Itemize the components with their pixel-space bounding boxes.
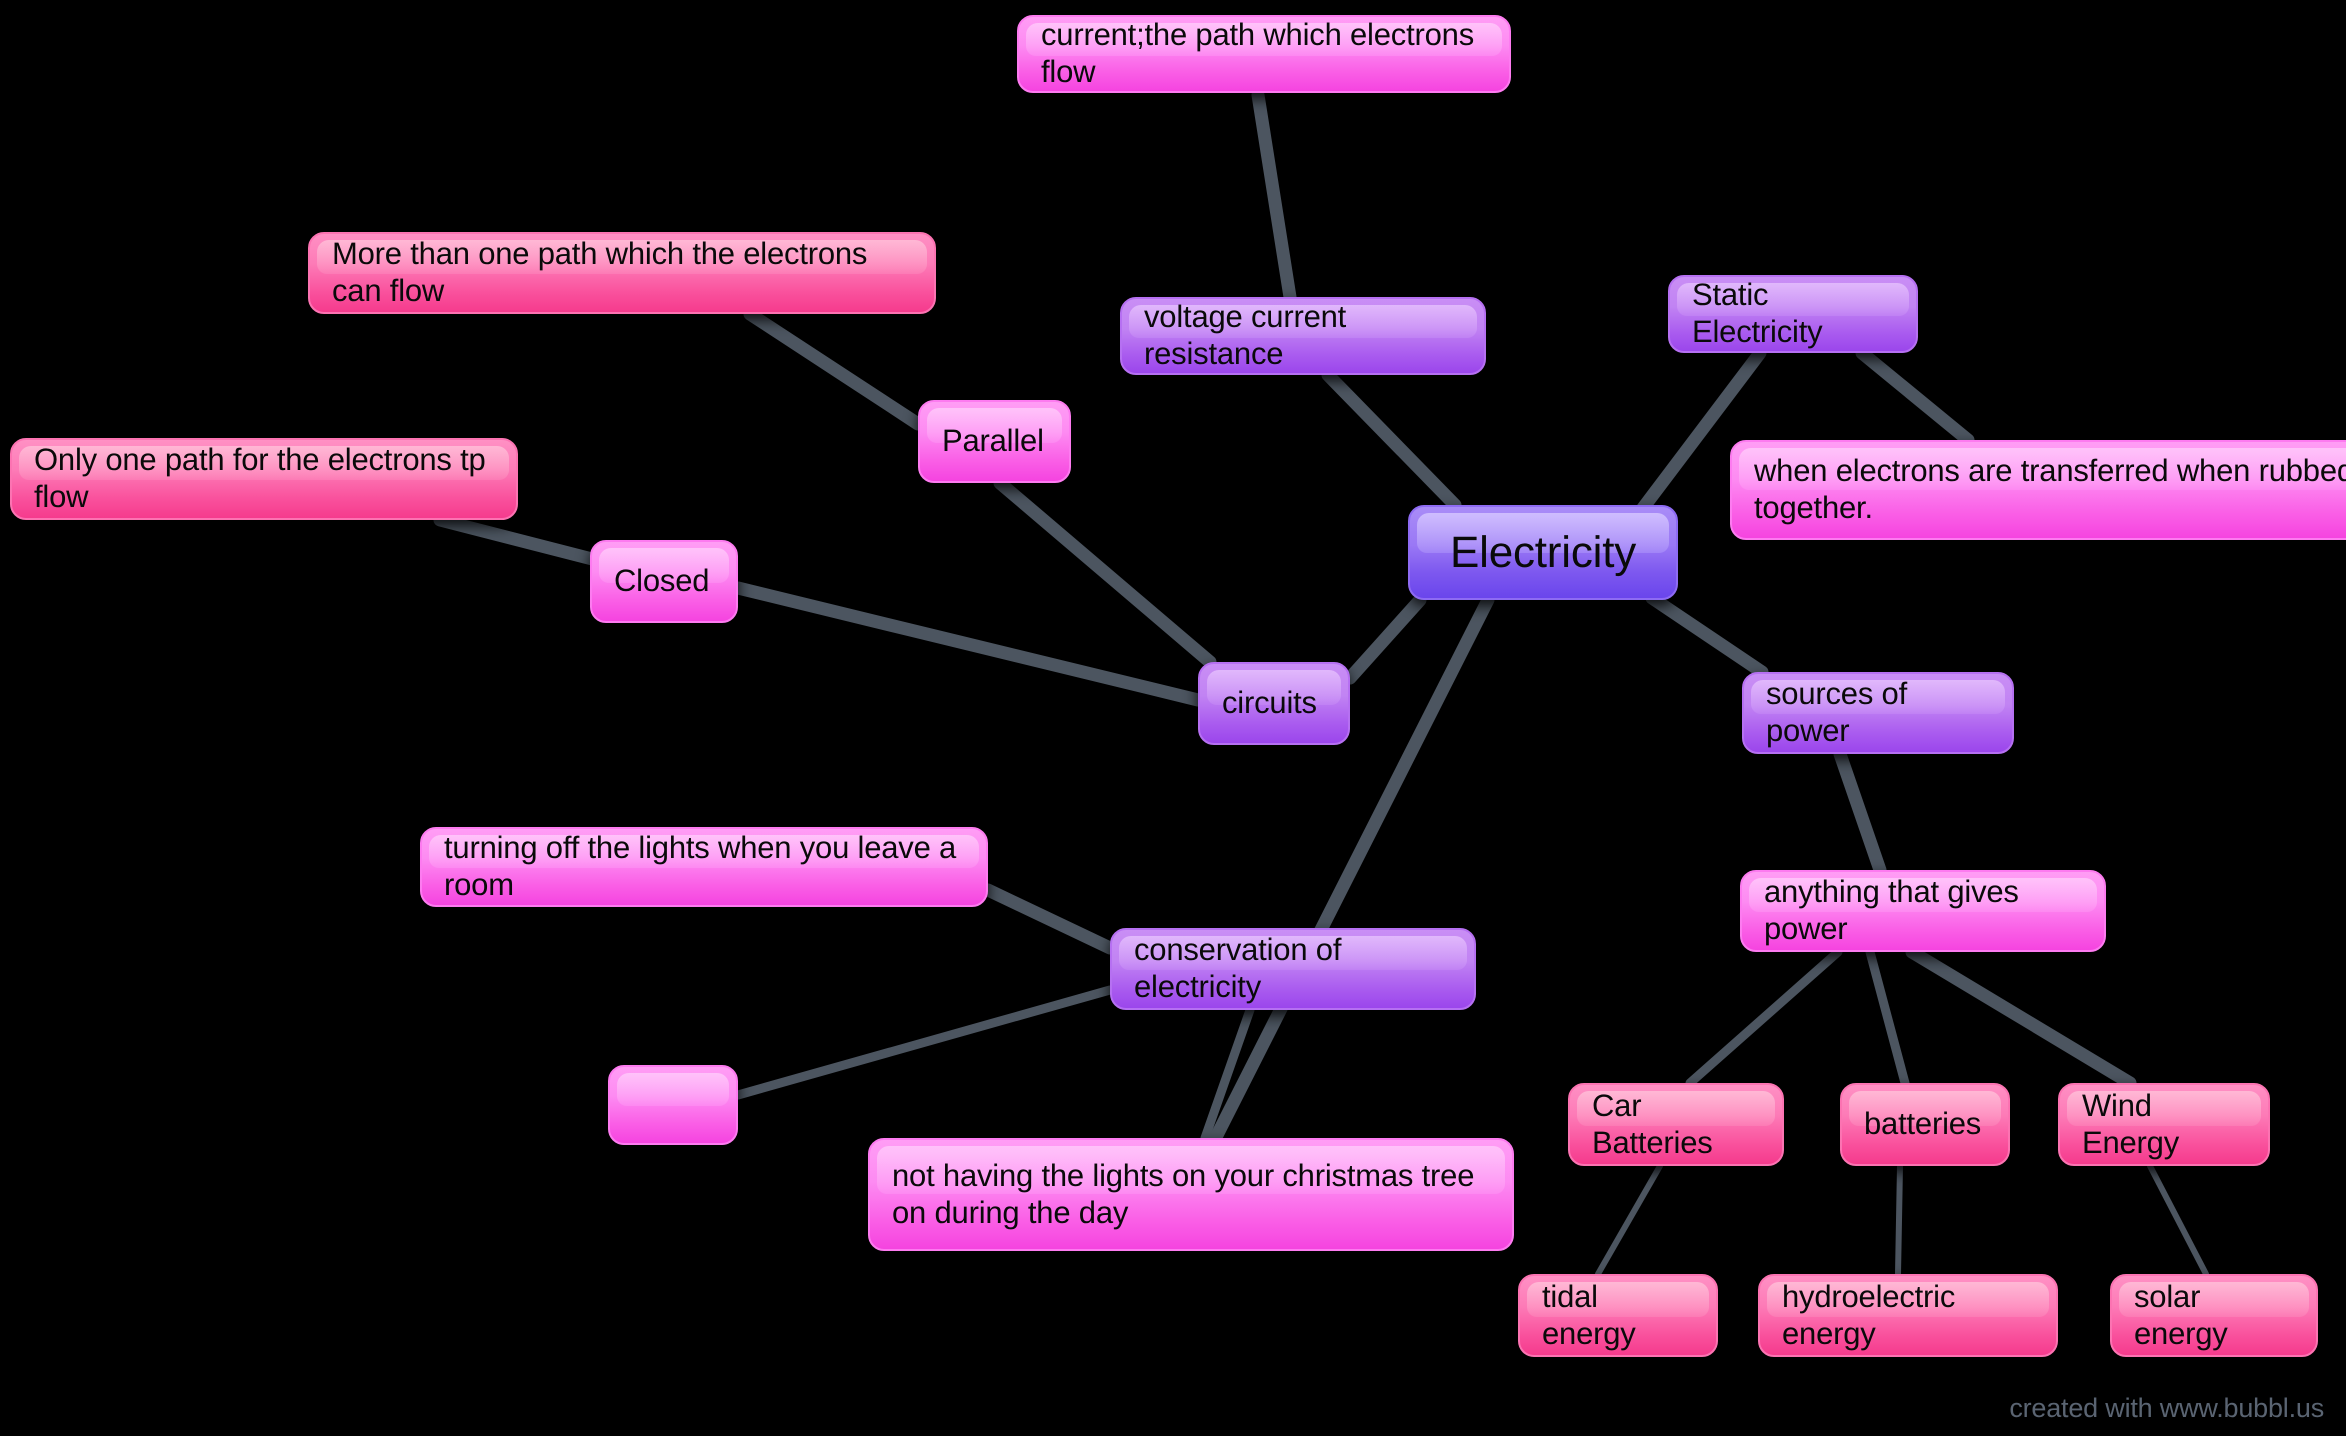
node-voltage-current-resistance[interactable]: voltage current resistance	[1120, 297, 1486, 375]
edge-more-paths-to-parallel	[743, 307, 925, 431]
edge-sources-to-anything	[1833, 747, 1887, 877]
node-car-batteries[interactable]: Car Batteries	[1568, 1083, 1784, 1166]
edge-turning-off-to-conservation	[981, 883, 1117, 955]
node-label-parallel: Parallel	[942, 423, 1044, 459]
node-label-car-batteries: Car Batteries	[1592, 1087, 1713, 1160]
node-tidal-energy[interactable]: tidal energy	[1518, 1274, 1718, 1357]
edge-empty-to-conservation	[733, 985, 1115, 1100]
node-turning-off-lights[interactable]: turning off the lights when you leave a …	[420, 827, 988, 907]
node-label-current-path: current;the path which electrons flow	[1041, 17, 1475, 89]
edge-circuits-to-electricity	[1343, 593, 1427, 685]
node-circuits[interactable]: circuits	[1198, 662, 1350, 745]
node-label-electrons-transferred: when electrons are transferred when rubb…	[1754, 453, 2346, 525]
node-static-electricity[interactable]: Static Electricity	[1668, 275, 1918, 353]
edge-wind-to-solar	[2147, 1163, 2209, 1277]
node-only-one-path[interactable]: Only one path for the electrons tp flow	[10, 438, 518, 520]
node-closed[interactable]: Closed	[590, 540, 738, 623]
node-label-conservation-of-electricity: conservation of electricity	[1134, 932, 1342, 1004]
edge-anything-to-wind	[1905, 945, 2137, 1090]
node-electricity[interactable]: Electricity	[1408, 505, 1678, 600]
node-label-closed: Closed	[614, 563, 710, 599]
edge-static-to-transferred	[1855, 346, 1975, 447]
edge-batteries-to-hydro	[1895, 1163, 1903, 1277]
node-parallel[interactable]: Parallel	[918, 400, 1071, 483]
node-label-static-electricity: Static Electricity	[1692, 277, 1823, 349]
node-christmas-tree-lights[interactable]: not having the lights on your christmas …	[868, 1138, 1514, 1251]
node-electrons-transferred[interactable]: when electrons are transferred when rubb…	[1730, 440, 2346, 540]
node-label-only-one-path: Only one path for the electrons tp flow	[34, 442, 486, 514]
node-conservation-of-electricity[interactable]: conservation of electricity	[1110, 928, 1476, 1010]
edge-electricity-to-sources	[1645, 591, 1769, 679]
node-label-wind-energy: Wind Energy	[2082, 1087, 2180, 1160]
edge-parallel-to-circuits	[993, 476, 1217, 669]
node-label-electricity: Electricity	[1449, 527, 1637, 577]
node-label-voltage-current-resistance: voltage current resistance	[1144, 299, 1347, 371]
node-solar-energy[interactable]: solar energy	[2110, 1274, 2318, 1357]
mindmap-canvas: Electricity current;the path which electr…	[0, 0, 2346, 1436]
node-label-anything-gives-power: anything that gives power	[1764, 874, 2019, 946]
bubblus-credit: created with www.bubbl.us	[2009, 1393, 2324, 1423]
node-label-more-than-one-path: More than one path which the electrons c…	[332, 236, 868, 308]
edge-anything-to-batteries	[1865, 947, 1910, 1088]
node-label-christmas-tree-lights: not having the lights on your christmas …	[892, 1157, 1475, 1230]
node-batteries[interactable]: batteries	[1840, 1083, 2010, 1166]
edge-only-one-to-closed	[433, 513, 603, 567]
node-anything-gives-power[interactable]: anything that gives power	[1740, 870, 2106, 952]
node-label-turning-off-lights: turning off the lights when you leave a …	[444, 830, 957, 902]
node-label-circuits: circuits	[1222, 685, 1317, 721]
node-empty-node[interactable]	[608, 1065, 738, 1145]
edge-voltage-to-electricity	[1321, 368, 1462, 512]
node-label-hydroelectric-energy: hydroelectric energy	[1782, 1278, 1956, 1351]
edge-conservation-to-christmas	[1200, 1005, 1255, 1143]
edge-car-to-tidal	[1595, 1163, 1663, 1277]
edge-closed-to-circuits	[731, 581, 1205, 707]
node-current-path[interactable]: current;the path which electrons flow	[1017, 15, 1511, 93]
node-label-sources-of-power: sources of power	[1766, 676, 1908, 748]
node-more-than-one-path[interactable]: More than one path which the electrons c…	[308, 232, 936, 314]
node-label-batteries: batteries	[1864, 1106, 1982, 1142]
node-wind-energy[interactable]: Wind Energy	[2058, 1083, 2270, 1166]
node-label-solar-energy: solar energy	[2134, 1278, 2228, 1351]
node-label-tidal-energy: tidal energy	[1542, 1278, 1636, 1351]
edge-anything-to-car	[1685, 947, 1843, 1088]
node-hydroelectric-energy[interactable]: hydroelectric energy	[1758, 1274, 2058, 1357]
edge-current-to-voltage	[1251, 88, 1297, 304]
node-sources-of-power[interactable]: sources of power	[1742, 672, 2014, 754]
